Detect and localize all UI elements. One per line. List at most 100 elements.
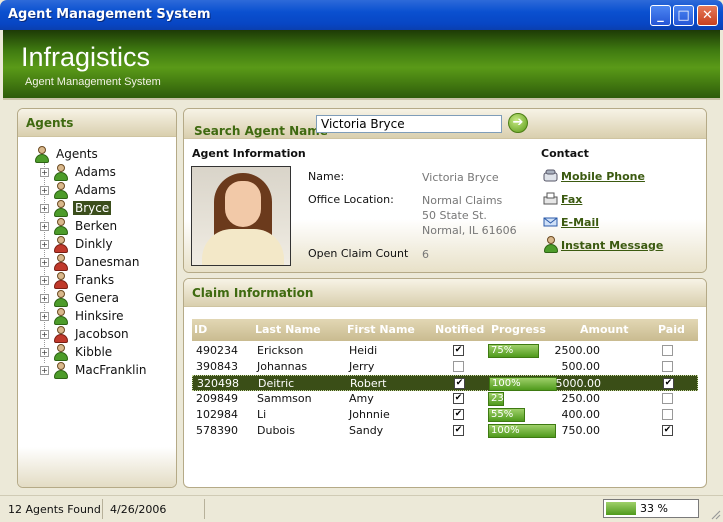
cell-last-name: Sammson [257,392,312,405]
paid-checkbox[interactable]: ✔ [663,378,674,389]
office-line-3: Normal, IL 61606 [422,224,517,237]
tree-item[interactable]: + Adams [40,181,118,199]
col-progress[interactable]: Progress [491,323,546,336]
status-separator [102,499,103,519]
tree-item[interactable]: + Danesman [40,253,141,271]
expand-icon[interactable]: + [40,257,49,267]
expand-icon[interactable]: + [40,365,49,375]
fax-link[interactable]: Fax [561,193,582,206]
resize-grip-icon[interactable] [709,508,721,520]
paid-checkbox[interactable]: ✔ [662,425,673,436]
email-link[interactable]: E-Mail [561,216,599,229]
title-bar[interactable]: Agent Management System _ □ ✕ [0,0,723,30]
agent-icon [53,181,69,199]
expand-icon[interactable]: + [40,185,49,195]
paid-checkbox[interactable] [662,409,673,420]
person-icon [543,236,559,253]
notified-checkbox[interactable]: ✔ [453,393,464,404]
table-row[interactable]: 390843 Johannas Jerry 500.00 [192,359,698,375]
tree-item-label: Kibble [75,345,113,359]
agent-icon [53,343,69,361]
paid-checkbox[interactable] [662,345,673,356]
notified-checkbox[interactable]: ✔ [453,425,464,436]
tree-item[interactable]: + Kibble [40,343,114,361]
table-row[interactable]: 102984 Li Johnnie ✔ 55% 400.00 [192,407,698,423]
agent-icon [53,325,69,343]
agent-icon [53,217,69,235]
expand-icon[interactable]: + [40,329,49,339]
brand-subtitle: Agent Management System [25,76,161,88]
expand-icon[interactable]: + [40,293,49,303]
expand-icon[interactable]: + [40,167,49,177]
agent-icon [53,307,69,325]
tree-item[interactable]: + Jacobson [40,325,131,343]
notified-checkbox[interactable]: ✔ [454,378,465,389]
expand-icon[interactable]: + [40,275,49,285]
expand-icon[interactable]: + [40,221,49,231]
status-separator [204,499,205,519]
brand-logo: Infragistics [21,42,151,72]
tree-root[interactable]: Agents [34,145,100,163]
search-input[interactable] [316,115,502,133]
paid-checkbox[interactable] [662,361,673,372]
paid-checkbox[interactable] [662,393,673,404]
agents-panel-title: Agents [18,109,176,137]
expand-icon[interactable]: + [40,239,49,249]
minimize-button[interactable]: _ [650,5,671,26]
tree-item-label: Bryce [73,201,112,215]
progress-label: 55% [491,409,514,420]
tree-item-label: Hinksire [75,309,124,323]
expand-icon[interactable]: + [40,347,49,357]
table-row[interactable]: 209849 Sammson Amy ✔ 23% 250.00 [192,391,698,407]
col-first-name[interactable]: First Name [347,323,415,336]
table-row[interactable]: 578390 Dubois Sandy ✔ 100% 750.00 ✔ [192,423,698,439]
progress-label: 75% [491,345,514,356]
col-notified[interactable]: Notified [435,323,484,336]
claim-info-panel: Claim Information ID Last Name First Nam… [183,278,707,488]
maximize-button[interactable]: □ [673,5,694,26]
cell-amount: 750.00 [561,424,601,437]
close-button[interactable]: ✕ [697,5,718,26]
tree-item[interactable]: + MacFranklin [40,361,148,379]
agent-icon [53,163,69,181]
email-icon [543,217,558,227]
col-id[interactable]: ID [194,323,207,336]
mobile-phone-link[interactable]: Mobile Phone [561,170,645,183]
maximize-icon: □ [677,8,690,23]
cell-id: 578390 [196,424,238,437]
status-bar: 12 Agents Found 4/26/2006 33 % [0,495,723,522]
window-title: Agent Management System [8,7,211,22]
tree-item[interactable]: + Dinkly [40,235,115,253]
notified-checkbox[interactable] [453,361,464,372]
cell-amount: 400.00 [561,408,601,421]
tree-item[interactable]: + Berken [40,217,119,235]
tree-item[interactable]: + Franks [40,271,116,289]
progress-label: 100% [492,378,521,389]
notified-checkbox[interactable]: ✔ [453,345,464,356]
agent-icon [53,199,69,217]
tree-item[interactable]: + Hinksire [40,307,126,325]
agents-tree[interactable]: Agents + Adams + Adams + Bryce + Berken + Dinkly +… [18,139,176,457]
cell-first-name: Heidi [349,344,378,357]
office-label: Office Location: [308,193,394,206]
col-amount[interactable]: Amount [580,323,628,336]
tree-item-label: Dinkly [75,237,113,251]
expand-icon[interactable]: + [40,203,49,213]
tree-item[interactable]: + Bryce [40,199,112,217]
notified-checkbox[interactable]: ✔ [453,409,464,420]
search-go-button[interactable]: ➔ [508,113,528,133]
table-row[interactable]: 320498 Deitric Robert ✔ 100% 5000.00 ✔ [192,375,698,391]
status-progress-fill [606,502,636,515]
col-last-name[interactable]: Last Name [255,323,321,336]
col-paid[interactable]: Paid [658,323,685,336]
agent-group-icon [34,145,50,163]
contact-title: Contact [541,147,589,160]
cell-last-name: Deitric [258,377,295,390]
table-row[interactable]: 490234 Erickson Heidi ✔ 75% 2500.00 [192,343,698,359]
cell-last-name: Li [257,408,267,421]
expand-icon[interactable]: + [40,311,49,321]
main-area: Agents Agents + Adams + Adams + Bryce + Berken +… [3,100,720,495]
tree-item[interactable]: + Adams [40,163,118,181]
instant-message-link[interactable]: Instant Message [561,239,663,252]
tree-item[interactable]: + Genera [40,289,121,307]
